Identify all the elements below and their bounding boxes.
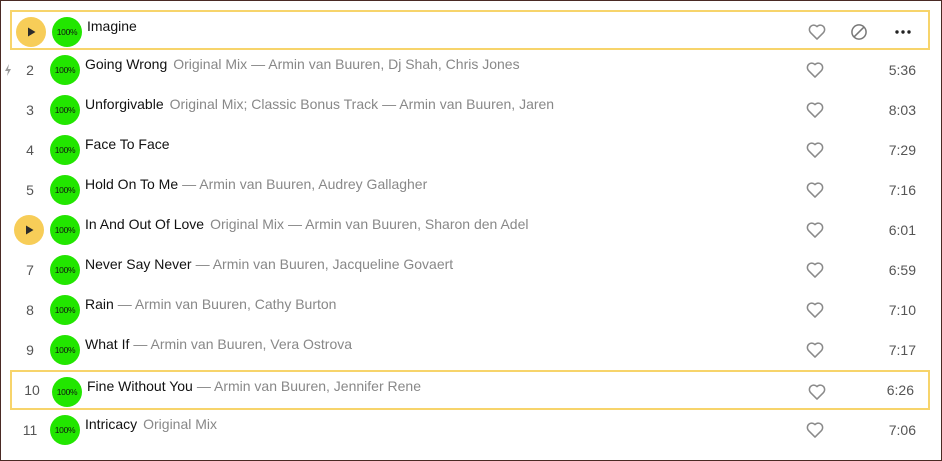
track-duration: 7:16 [888,182,916,198]
track-info: Rain — Armin van Buuren, Cathy Burton [85,296,336,316]
match-badge: 100% [50,255,80,285]
track-version: Original Mix [210,216,284,232]
heart-icon[interactable] [807,22,827,42]
track-version: Original Mix; Classic Bonus Track [169,96,379,112]
track-row[interactable]: 100% In And Out Of Love Original Mix — Armi… [10,210,930,250]
block-icon[interactable] [849,22,869,42]
track-number: 5 [26,182,34,198]
track-title[interactable]: Imagine [87,18,137,34]
track-info: Unforgivable Original Mix; Classic Bonus … [85,96,554,116]
track-artists[interactable]: — Armin van Buuren, Jennifer Rene [197,378,421,394]
track-duration: 6:01 [888,222,916,238]
track-number: 4 [26,142,34,158]
track-number: 7 [26,262,34,278]
track-duration: 7:10 [888,302,916,318]
track-duration: 7:29 [888,142,916,158]
match-badge: 100% [50,335,80,365]
heart-icon[interactable] [805,180,825,200]
track-version: Original Mix [143,416,218,432]
track-title[interactable]: Unforgivable [85,96,164,112]
track-duration: 6:26 [886,382,914,398]
play-icon [23,224,35,236]
heart-icon[interactable] [805,420,825,440]
track-title[interactable]: Fine Without You [87,378,193,394]
track-duration: 5:36 [888,62,916,78]
track-row[interactable]: 3 100% Unforgivable Original Mix; Classic B… [10,90,930,130]
track-number: 11 [22,422,38,438]
track-info: Face To Face [85,136,170,156]
track-duration: 7:17 [888,342,916,358]
match-badge: 100% [52,17,82,47]
match-badge: 100% [50,215,80,245]
match-badge: 100% [50,175,80,205]
track-row[interactable]: 8 100% Rain — Armin van Buuren, Cathy Burto… [10,290,930,330]
track-info: Imagine [87,18,137,38]
track-duration: 6:59 [888,262,916,278]
track-title[interactable]: Face To Face [85,136,170,152]
track-row[interactable]: 7 100% Never Say Never — Armin van Buuren, … [10,250,930,290]
track-title[interactable]: In And Out Of Love [85,216,204,232]
heart-icon[interactable] [805,220,825,240]
match-badge: 100% [50,415,80,445]
track-info: Fine Without You — Armin van Buuren, Jenn… [87,378,421,398]
play-icon [25,26,37,38]
match-badge: 100% [50,135,80,165]
track-artists[interactable]: — Armin van Buuren, Audrey Gallagher [182,176,427,192]
track-duration: 7:06 [888,422,916,438]
track-row[interactable]: 4 100% Face To Face 7:29 [10,130,930,170]
track-title[interactable]: Rain [85,296,114,312]
track-number: 9 [26,342,34,358]
track-title[interactable]: Hold On To Me [85,176,178,192]
track-title[interactable]: Going Wrong [85,56,167,72]
track-artists[interactable]: — Armin van Buuren, Dj Shah, Chris Jones [251,56,519,72]
track-row[interactable]: 2 100% Going Wrong Original Mix — Armin van … [5,50,930,90]
track-duration: 8:03 [888,102,916,118]
track-number: 10 [24,382,40,398]
track-title[interactable]: Intricacy [85,416,137,432]
track-row[interactable]: 9 100% What If — Armin van Buuren, Vera Ost… [10,330,930,370]
track-info: In And Out Of Love Original Mix — Armin va… [85,216,528,236]
more-icon[interactable] [891,22,915,42]
match-badge: 100% [50,55,80,85]
track-title[interactable]: What If [85,336,129,352]
track-row[interactable]: 10 100% Fine Without You — Armin van Buuren… [10,370,930,410]
track-number: 8 [26,302,34,318]
track-row[interactable]: 100% Imagine [10,10,930,50]
heart-icon[interactable] [805,300,825,320]
heart-icon[interactable] [805,260,825,280]
track-info: Hold On To Me — Armin van Buuren, Audrey … [85,176,427,196]
track-artists[interactable]: — Armin van Buuren, Jaren [382,96,554,112]
track-row[interactable]: 5 100% Hold On To Me — Armin van Buuren, Au… [10,170,930,210]
track-info: Never Say Never — Armin van Buuren, Jacqu… [85,256,453,276]
match-badge: 100% [52,377,82,407]
track-info: Intricacy Original Mix [85,416,217,436]
track-artists[interactable]: — Armin van Buuren, Cathy Burton [118,296,337,312]
match-badge: 100% [50,295,80,325]
track-info: What If — Armin van Buuren, Vera Ostrova [85,336,352,356]
track-artists[interactable]: — Armin van Buuren, Jacqueline Govaert [196,256,454,272]
heart-icon[interactable] [805,100,825,120]
heart-icon[interactable] [805,60,825,80]
match-badge: 100% [50,95,80,125]
heart-icon[interactable] [807,382,827,402]
track-title[interactable]: Never Say Never [85,256,192,272]
heart-icon[interactable] [805,140,825,160]
track-info: Going Wrong Original Mix — Armin van Buure… [85,56,520,76]
track-version: Original Mix [173,56,248,72]
play-button[interactable] [14,215,44,245]
track-number: 3 [26,102,34,118]
track-artists[interactable]: — Armin van Buuren, Vera Ostrova [133,336,352,352]
track-artists[interactable]: — Armin van Buuren, Sharon den Adel [288,216,528,232]
heart-icon[interactable] [805,340,825,360]
play-button[interactable] [16,17,46,47]
track-row[interactable]: 11 100% Intricacy Original Mix 7:06 [10,410,930,450]
track-number: 2 [26,62,34,78]
